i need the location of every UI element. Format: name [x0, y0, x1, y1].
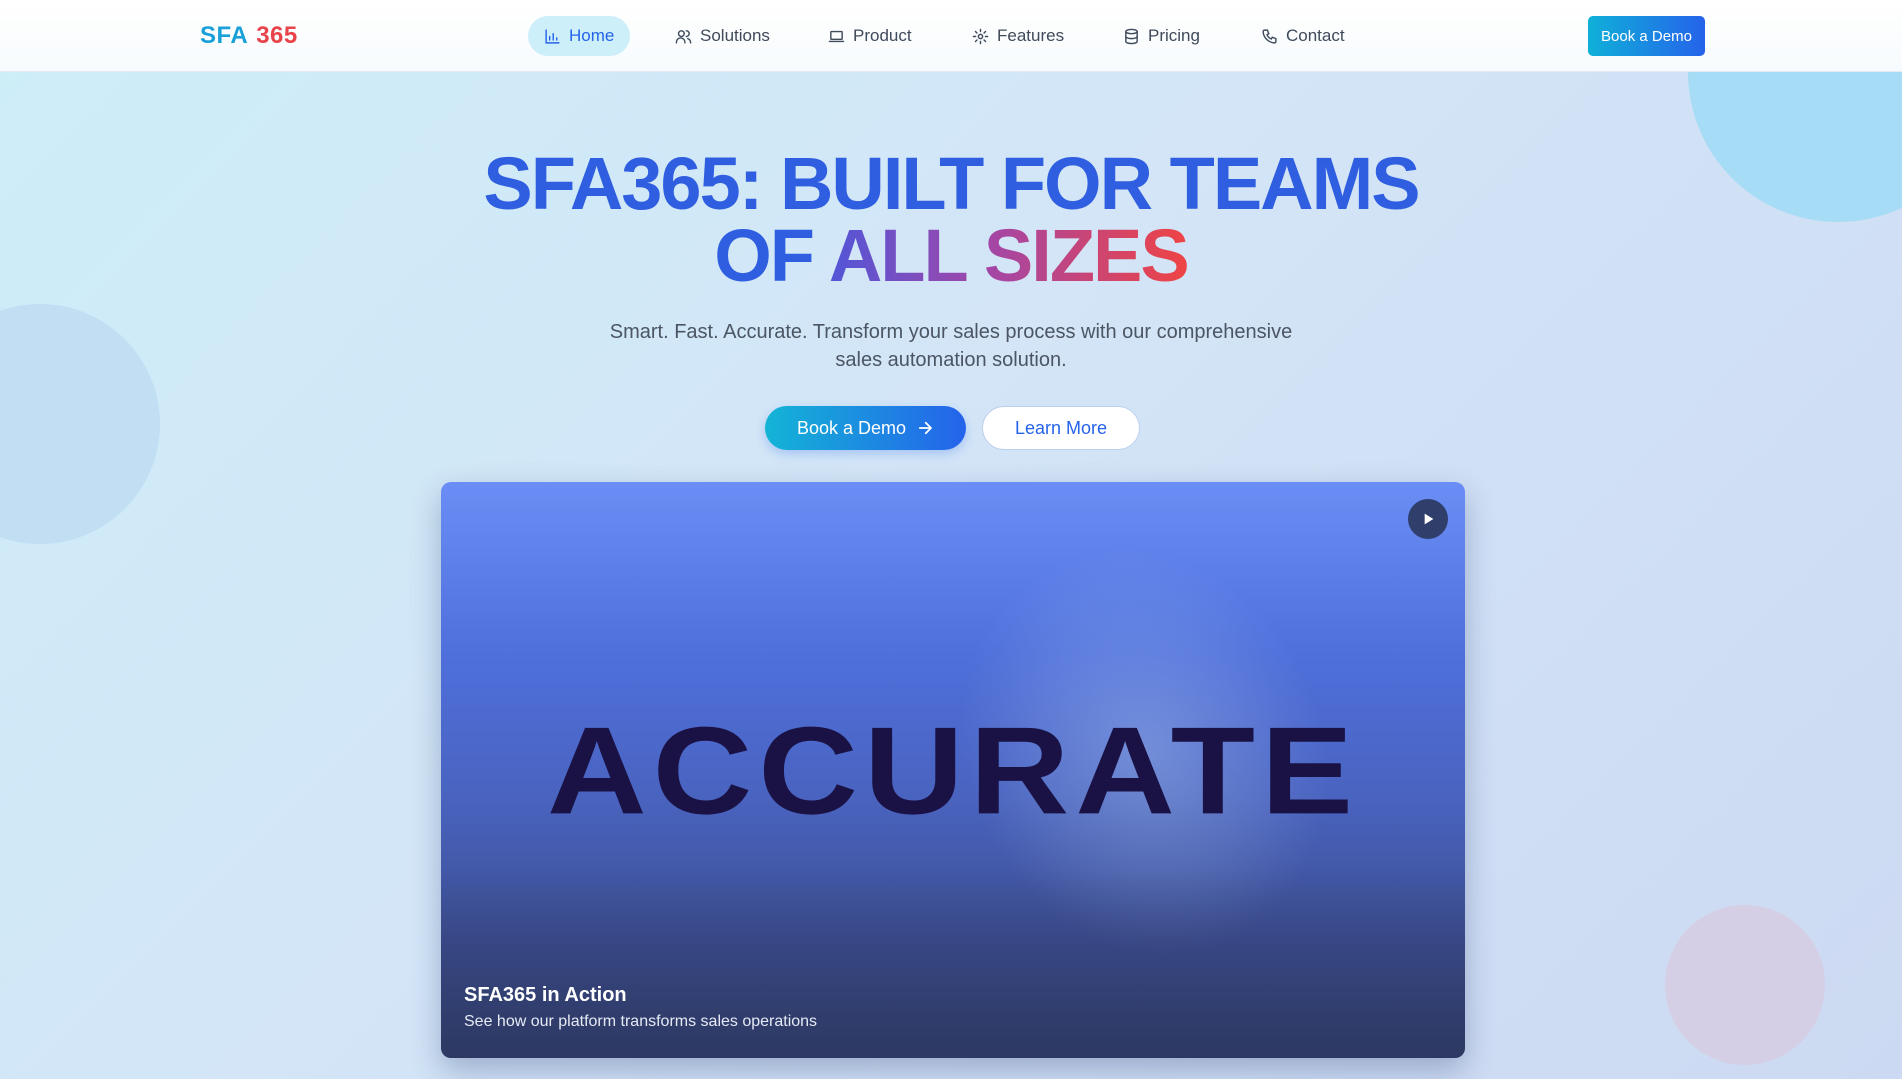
- nav-item-label: Product: [853, 26, 912, 45]
- nav-item-label: Home: [569, 26, 615, 45]
- users-icon: [675, 29, 692, 44]
- brand-logo-part2: 365: [256, 22, 298, 49]
- nav-item-label: Pricing: [1148, 26, 1200, 45]
- book-demo-button[interactable]: Book a Demo: [765, 406, 966, 450]
- decorative-circle-bottom-right: [1665, 905, 1825, 1065]
- gear-icon: [972, 28, 989, 44]
- video-title: SFA365 in Action: [464, 984, 627, 1006]
- nav-item-label: Features: [997, 26, 1065, 45]
- top-navbar: SFA 365 Home Solutions Product Features P…: [0, 0, 1902, 72]
- nav-item-contact[interactable]: Contact: [1245, 16, 1361, 56]
- play-icon: [1424, 513, 1434, 525]
- book-demo-nav-button[interactable]: Book a Demo: [1588, 16, 1705, 56]
- hero-title-line1: SFA365: BUILT FOR TEAMS: [483, 142, 1420, 225]
- hero-subtitle: Smart. Fast. Accurate. Transform your sa…: [609, 321, 1293, 371]
- nav-item-solutions[interactable]: Solutions: [659, 16, 786, 56]
- brand-logo-part1: SFA: [200, 22, 249, 49]
- arrow-right-icon: [918, 421, 932, 435]
- play-button[interactable]: [1408, 499, 1448, 539]
- phone-icon: [1262, 28, 1277, 44]
- database-icon: [1125, 28, 1138, 44]
- bar-chart-icon: [545, 28, 560, 44]
- nav-item-features[interactable]: Features: [956, 16, 1080, 56]
- brand-logo[interactable]: SFA 365: [200, 22, 298, 50]
- hero-title-line2-plain: OF: [714, 214, 815, 297]
- book-demo-button-label: Book a Demo: [796, 417, 907, 438]
- video-description: See how our platform transforms sales op…: [464, 1013, 818, 1030]
- laptop-icon: [828, 30, 845, 42]
- learn-more-button[interactable]: Learn More: [982, 406, 1140, 450]
- nav-item-label: Contact: [1286, 26, 1345, 45]
- nav-item-pricing[interactable]: Pricing: [1107, 16, 1216, 56]
- decorative-circle-left: [0, 304, 160, 544]
- nav-item-home[interactable]: Home: [528, 16, 631, 56]
- video-frame-word: ACCURATE: [546, 701, 1360, 841]
- nav-item-product[interactable]: Product: [812, 16, 928, 56]
- nav-item-label: Solutions: [700, 26, 770, 45]
- hero-title: SFA365: BUILT FOR TEAMS OF ALL SIZES: [0, 147, 1902, 293]
- video-player[interactable]: ACCURATE SFA365 in Action See how our pl…: [441, 482, 1465, 1058]
- hero-title-line2-gradient: ALL SIZES: [828, 214, 1190, 297]
